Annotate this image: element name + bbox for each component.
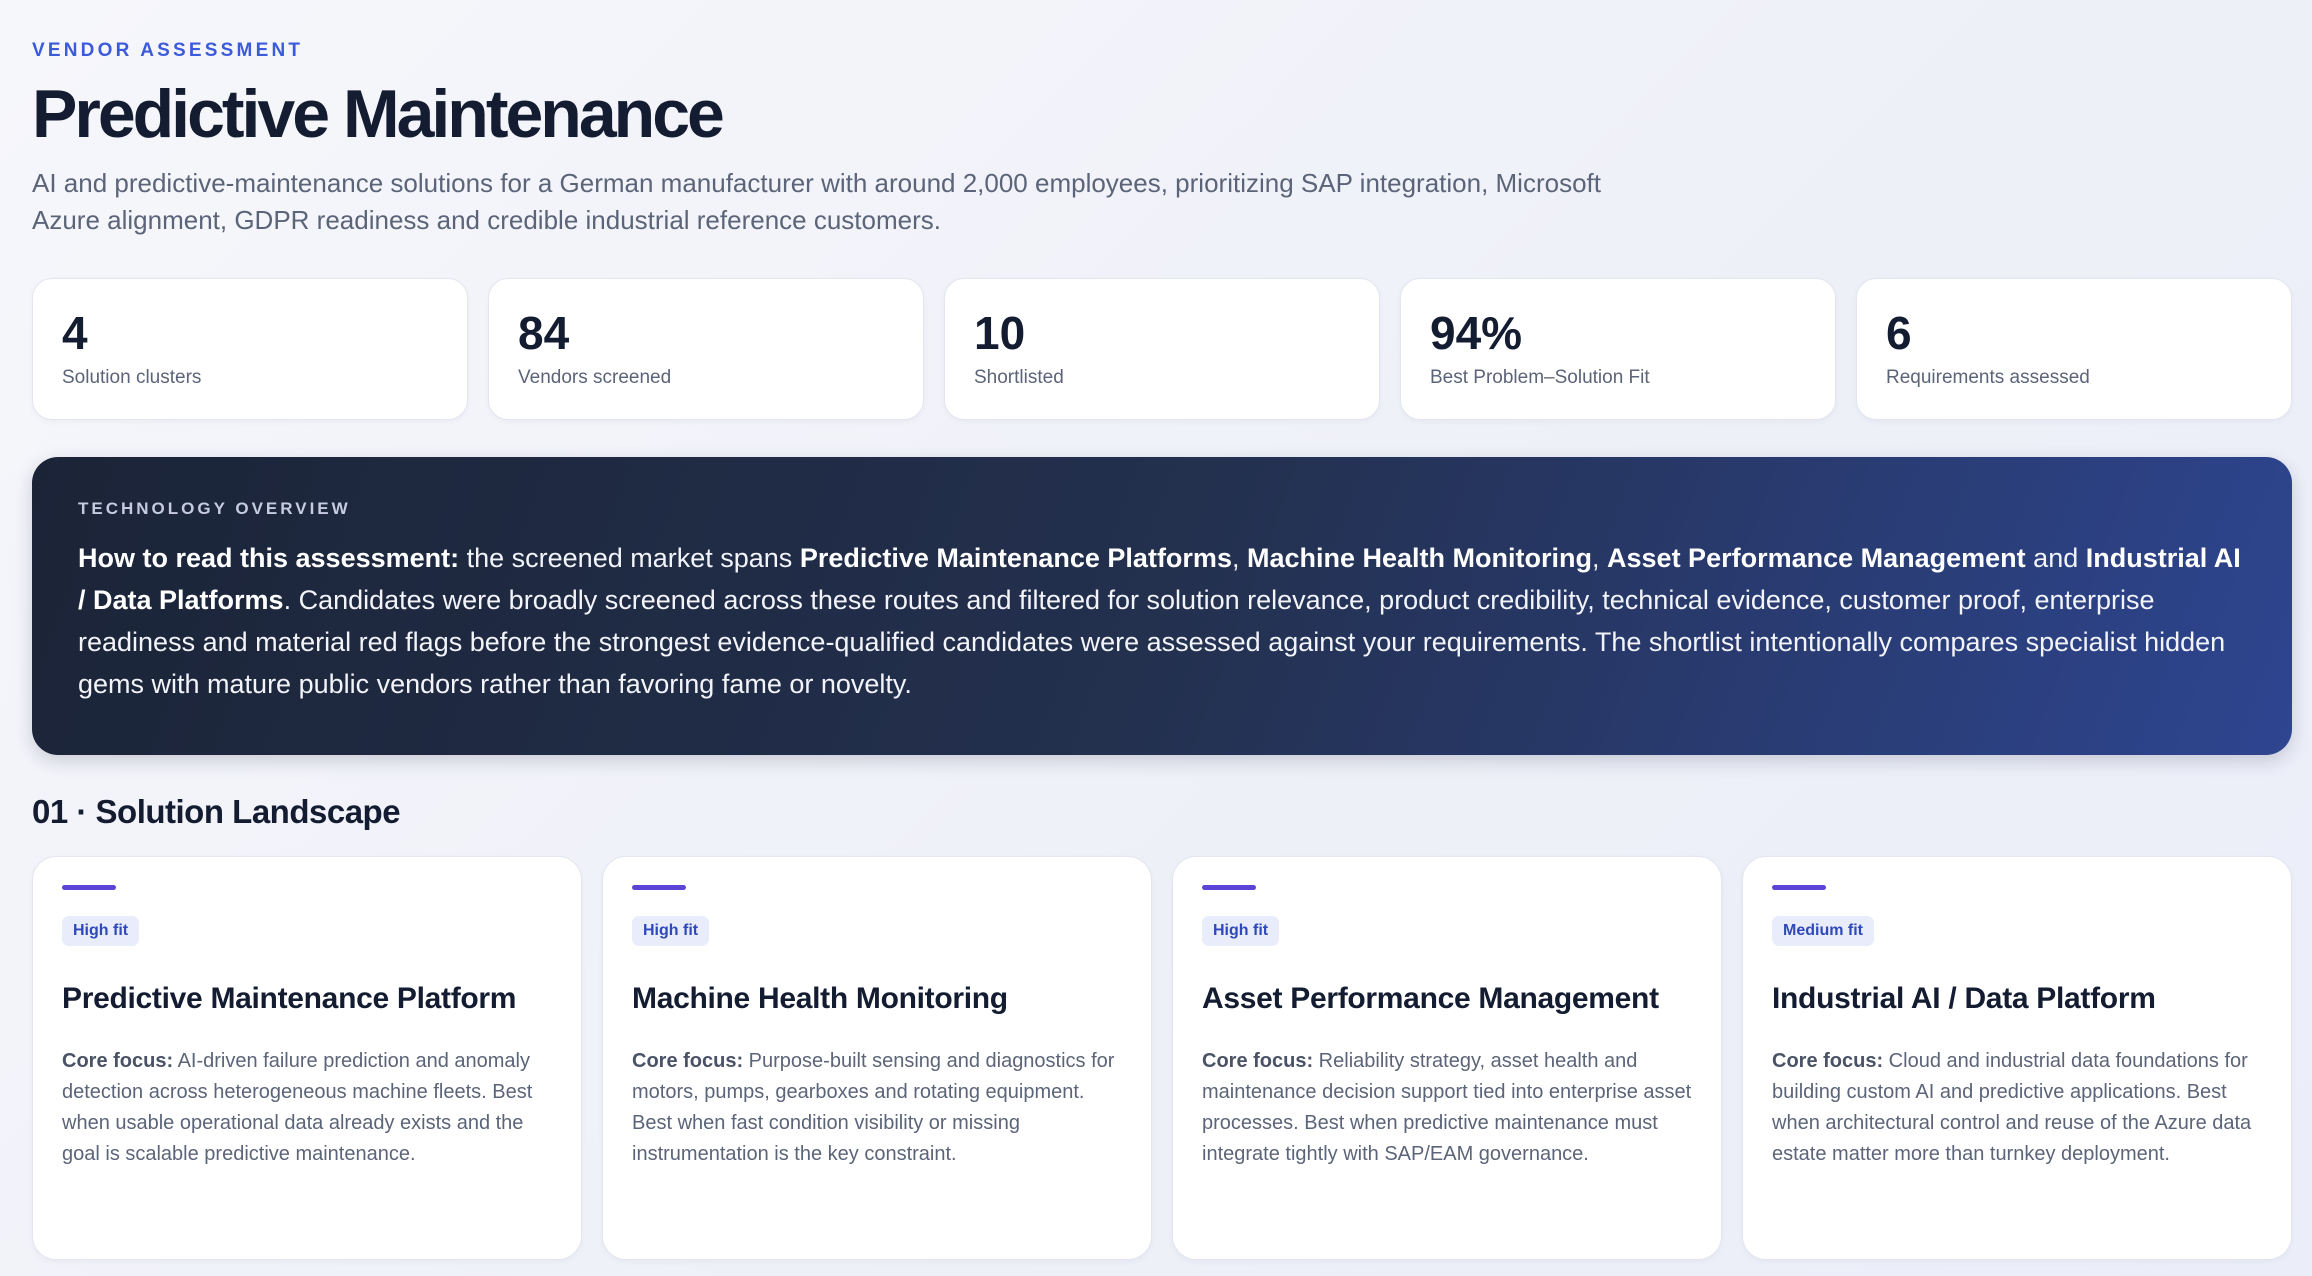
overview-separator: and: [2025, 543, 2086, 573]
card-description: Core focus: Reliability strategy, asset …: [1202, 1046, 1692, 1170]
page-title: Predictive Maintenance: [32, 76, 725, 152]
card-focus-label: Core focus:: [62, 1050, 174, 1072]
fit-badge: High fit: [1202, 916, 1280, 946]
stat-label: Best Problem–Solution Fit: [1430, 367, 1650, 388]
stats-row: 4 Solution clusters 84 Vendors screened …: [32, 278, 2292, 420]
card-focus-label: Core focus:: [1202, 1050, 1314, 1072]
solution-card-predictive-maintenance: High fit Predictive Maintenance Platform…: [32, 856, 582, 1260]
card-accent-bar: [62, 885, 116, 890]
solution-card-asset-performance: High fit Asset Performance Management Co…: [1172, 856, 1722, 1260]
overview-text: How to read this assessment: the screene…: [78, 537, 2246, 705]
stat-value: 4: [62, 307, 88, 359]
solution-card-machine-health: High fit Machine Health Monitoring Core …: [602, 856, 1152, 1260]
card-title: Machine Health Monitoring: [632, 982, 1008, 1015]
overview-text-part: the screened market spans: [459, 543, 800, 573]
solution-card-industrial-ai: Medium fit Industrial AI / Data Platform…: [1742, 856, 2292, 1260]
section-title: 01 · Solution Landscape: [32, 793, 401, 830]
card-title: Predictive Maintenance Platform: [62, 982, 517, 1015]
technology-overview-panel: TECHNOLOGY OVERVIEW How to read this ass…: [32, 457, 2292, 755]
stat-value: 94%: [1430, 307, 1523, 359]
fit-badge: High fit: [62, 916, 140, 946]
card-accent-bar: [1202, 885, 1256, 890]
stat-label: Shortlisted: [974, 367, 1064, 388]
overview-cluster: Predictive Maintenance Platforms: [799, 543, 1232, 573]
card-description: Core focus: Cloud and industrial data fo…: [1772, 1046, 2262, 1170]
fit-badge: Medium fit: [1772, 916, 1874, 946]
page-subtitle: AI and predictive-maintenance solutions …: [32, 168, 1601, 235]
stat-card-best-fit: 94% Best Problem–Solution Fit: [1400, 278, 1836, 420]
card-title: Industrial AI / Data Platform: [1772, 982, 2156, 1015]
stat-value: 6: [1886, 307, 1912, 359]
overview-cluster: Asset Performance Management: [1607, 543, 2026, 573]
card-description: Core focus: AI-driven failure prediction…: [62, 1046, 552, 1170]
card-description: Core focus: Purpose-built sensing and di…: [632, 1046, 1122, 1170]
card-accent-bar: [632, 885, 686, 890]
stat-label: Requirements assessed: [1886, 367, 2090, 388]
overview-text-part: . Candidates were broadly screened acros…: [78, 585, 2226, 699]
stat-card-requirements-assessed: 6 Requirements assessed: [1856, 278, 2292, 420]
overview-separator: ,: [1231, 543, 1247, 573]
stat-card-vendors-screened: 84 Vendors screened: [488, 278, 924, 420]
stat-value: 84: [518, 307, 570, 359]
page-eyebrow: VENDOR ASSESSMENT: [32, 40, 304, 61]
stat-card-solution-clusters: 4 Solution clusters: [32, 278, 468, 420]
card-focus-label: Core focus:: [632, 1050, 744, 1072]
stat-label: Vendors screened: [518, 367, 672, 388]
card-accent-bar: [1772, 885, 1826, 890]
overview-lead: How to read this assessment:: [78, 543, 460, 573]
stat-value: 10: [974, 307, 1026, 359]
card-title: Asset Performance Management: [1202, 982, 1659, 1015]
stat-card-shortlisted: 10 Shortlisted: [944, 278, 1380, 420]
overview-cluster: Machine Health Monitoring: [1246, 543, 1592, 573]
solution-cards: High fit Predictive Maintenance Platform…: [32, 856, 2292, 1260]
fit-badge: High fit: [632, 916, 710, 946]
stat-label: Solution clusters: [62, 367, 202, 388]
overview-separator: ,: [1592, 543, 1608, 573]
card-focus-label: Core focus:: [1772, 1050, 1884, 1072]
overview-eyebrow: TECHNOLOGY OVERVIEW: [78, 499, 351, 518]
